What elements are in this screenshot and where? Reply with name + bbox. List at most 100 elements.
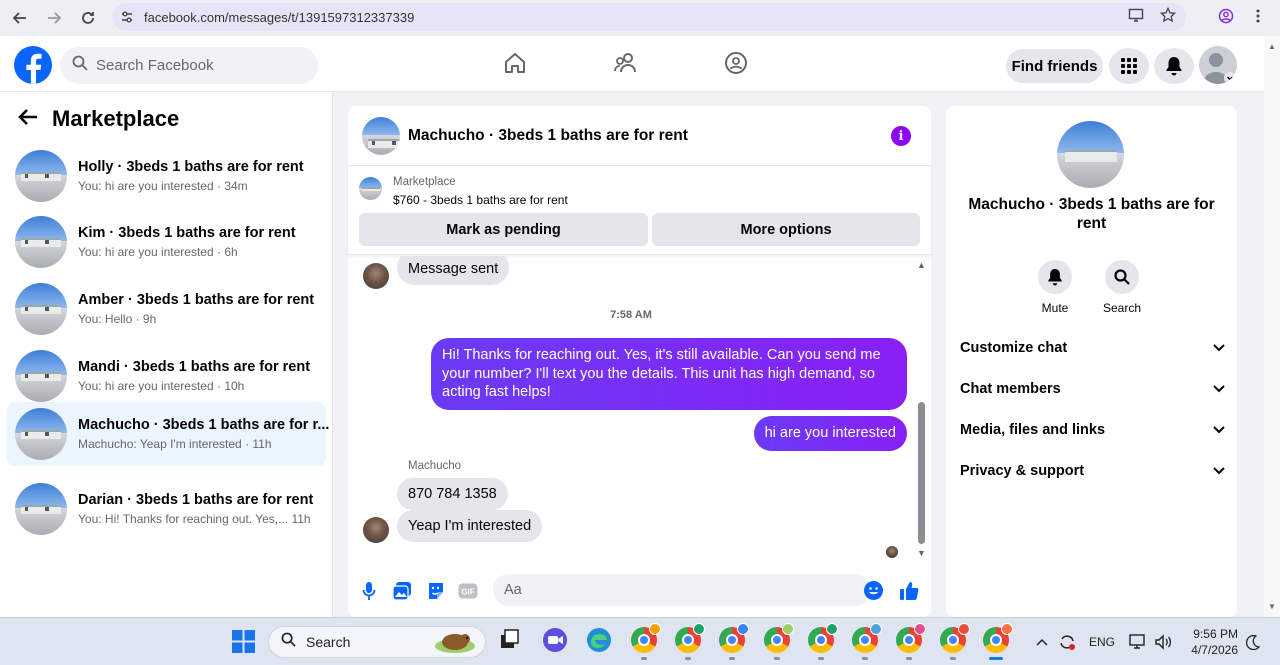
reload-icon[interactable] <box>72 2 104 34</box>
details-section[interactable]: Media, files and links <box>960 415 1225 445</box>
listing-thumbnail <box>15 483 67 535</box>
account-avatar[interactable] <box>1199 46 1237 84</box>
cast-icon[interactable] <box>1128 7 1144 27</box>
edge-browser-icon[interactable] <box>586 627 614 655</box>
conversation-name: Kim · 3beds 1 baths are for rent <box>78 225 296 241</box>
conversation-preview: You: Hello · 9h <box>78 312 157 326</box>
forward-icon[interactable] <box>38 2 70 34</box>
listing-thumbnail[interactable] <box>362 116 400 155</box>
running-indicator <box>906 657 912 660</box>
message-bubble-incoming[interactable]: Message sent <box>397 256 510 285</box>
system-clock[interactable]: 9:56 PM 4/7/2026 <box>1186 626 1238 658</box>
emoji-icon[interactable] <box>864 581 883 600</box>
message-bubble-outgoing[interactable]: hi are you interested <box>753 416 907 451</box>
page-scrollbar[interactable]: ▲ ▼ <box>1264 36 1280 617</box>
bookmark-star-icon[interactable] <box>1159 6 1177 27</box>
taskbar-search-label: Search <box>306 634 351 650</box>
facebook-logo-icon[interactable] <box>14 46 52 84</box>
conversation-item[interactable]: Amber · 3beds 1 baths are for rent You: H… <box>7 277 326 341</box>
conversation-item[interactable]: Machucho · 3beds 1 baths are for r... Mac… <box>7 402 329 466</box>
conversation-name: Amber · 3beds 1 baths are for rent <box>78 292 315 308</box>
message-thread[interactable]: Message sent 7:58 AM Hi! Thanks for reac… <box>348 256 931 561</box>
taskbar-search-box[interactable]: Search <box>268 626 486 658</box>
chrome-profile-icon[interactable] <box>896 623 926 655</box>
contact-avatar[interactable] <box>363 263 389 289</box>
scrollbar-thumb[interactable] <box>918 402 925 544</box>
conversation-item[interactable]: Mandi · 3beds 1 baths are for rent You: h… <box>7 344 326 408</box>
listing-thumbnail <box>15 283 67 335</box>
contact-avatar[interactable] <box>363 517 389 543</box>
task-view-icon[interactable] <box>497 627 525 655</box>
message-timestamp: 7:58 AM <box>610 309 652 321</box>
site-settings-icon[interactable] <box>118 8 136 26</box>
profile-icon[interactable] <box>1218 8 1234 28</box>
seen-indicator-avatar <box>886 546 898 558</box>
details-section[interactable]: Customize chat <box>960 333 1225 363</box>
chrome-profile-icon[interactable] <box>940 623 970 655</box>
mark-as-pending-button[interactable]: Mark as pending <box>359 213 648 246</box>
facebook-search-input[interactable]: Search Facebook <box>60 47 318 84</box>
details-section[interactable]: Privacy & support <box>960 456 1225 486</box>
windows-start-icon[interactable] <box>232 630 255 658</box>
listing-thumbnail <box>15 216 67 268</box>
chrome-profile-icon[interactable] <box>675 623 705 655</box>
section-label: Customize chat <box>960 340 1068 356</box>
message-bubble-incoming[interactable]: Yeap I'm interested <box>397 510 543 542</box>
chat-scrollbar[interactable]: ▲ ▼ <box>915 256 929 561</box>
running-indicator <box>950 657 956 660</box>
sticker-icon[interactable] <box>426 581 446 601</box>
network-icon[interactable] <box>1129 618 1147 665</box>
bell-icon[interactable] <box>1038 260 1072 294</box>
language-indicator[interactable]: ENG <box>1089 618 1115 665</box>
thumbs-up-icon[interactable] <box>899 581 919 601</box>
listing-small-thumbnail[interactable] <box>359 177 382 200</box>
more-options-button[interactable]: More options <box>652 213 920 246</box>
running-indicator <box>729 657 735 660</box>
mute-button[interactable]: Mute <box>1030 260 1080 315</box>
home-nav-icon[interactable] <box>500 48 530 78</box>
conversation-item[interactable]: Kim · 3beds 1 baths are for rent You: hi … <box>7 210 326 274</box>
sync-status-icon[interactable] <box>1058 618 1076 665</box>
chrome-profile-icon[interactable] <box>983 623 1013 655</box>
listing-price[interactable]: $760 - 3beds 1 baths are for rent <box>393 193 568 207</box>
message-bubble-outgoing[interactable]: Hi! Thanks for reaching out. Yes, it's s… <box>431 338 907 410</box>
clock-date: 4/7/2026 <box>1191 643 1238 657</box>
chat-title[interactable]: Machucho · 3beds 1 baths are for rent <box>408 127 688 145</box>
section-label: Privacy & support <box>960 463 1085 479</box>
listing-photo[interactable] <box>1057 121 1124 188</box>
back-icon[interactable] <box>4 2 36 34</box>
url-text[interactable]: facebook.com/messages/t/1391597312337339 <box>144 10 414 25</box>
clock-time: 9:56 PM <box>1193 627 1238 641</box>
friends-nav-icon[interactable] <box>611 48 641 78</box>
kebab-menu-icon[interactable] <box>1256 8 1260 28</box>
show-hidden-icons-chevron[interactable] <box>1036 618 1048 665</box>
back-arrow-icon[interactable] <box>18 106 38 132</box>
notifications-bell-icon[interactable] <box>1154 48 1194 84</box>
address-bar[interactable]: facebook.com/messages/t/1391597312337339 <box>112 3 1186 31</box>
chat-window: Machucho · 3beds 1 baths are for rent i … <box>348 106 931 617</box>
gif-icon[interactable]: GIF <box>458 581 478 601</box>
scroll-down-icon[interactable]: ▼ <box>917 548 926 558</box>
conversation-item[interactable]: Holly · 3beds 1 baths are for rent You: h… <box>7 144 326 208</box>
chrome-profile-icon[interactable] <box>764 623 794 655</box>
meet-video-icon[interactable] <box>542 627 570 655</box>
chrome-profile-icon[interactable] <box>631 623 661 655</box>
message-bubble-incoming[interactable]: 870 784 1358 <box>397 478 508 510</box>
photo-gallery-icon[interactable] <box>392 581 412 601</box>
menu-grid-icon[interactable] <box>1109 48 1149 84</box>
chrome-profile-icon[interactable] <box>852 623 882 655</box>
scroll-up-icon[interactable]: ▲ <box>917 260 926 270</box>
conversation-item[interactable]: Darian · 3beds 1 baths are for rent You: … <box>7 477 326 541</box>
notification-center-icon[interactable] <box>1246 618 1260 665</box>
details-section[interactable]: Chat members <box>960 374 1225 404</box>
info-icon[interactable]: i <box>891 126 911 146</box>
volume-icon[interactable] <box>1154 618 1172 665</box>
groups-nav-icon[interactable] <box>721 48 751 78</box>
microphone-icon[interactable] <box>359 581 379 601</box>
find-friends-button[interactable]: Find friends <box>1006 49 1103 83</box>
chrome-profile-icon[interactable] <box>719 623 749 655</box>
chrome-profile-icon[interactable] <box>808 623 838 655</box>
message-input[interactable]: Aa <box>493 574 871 606</box>
search-icon[interactable] <box>1105 260 1139 294</box>
search-conversation-button[interactable]: Search <box>1097 260 1147 315</box>
